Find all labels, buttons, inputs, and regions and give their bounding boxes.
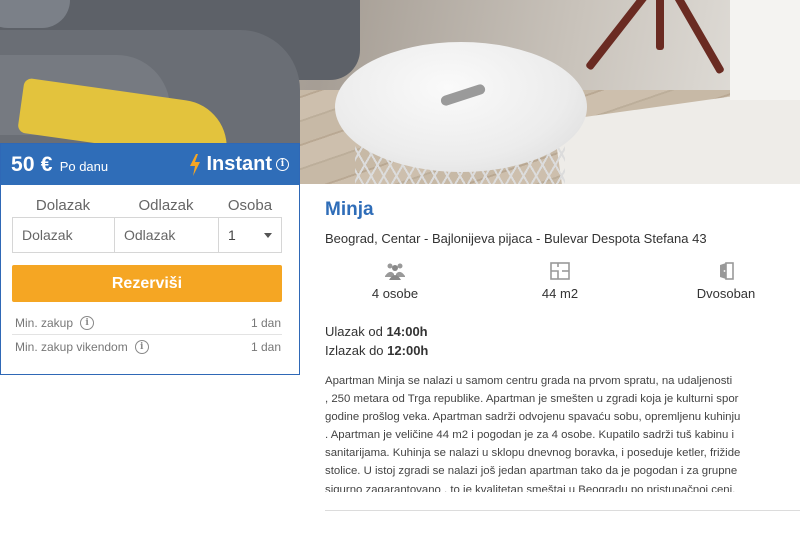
price: 50 € <box>11 152 53 176</box>
feature-guests: 4 osobe <box>335 262 455 301</box>
checkout-time: 12:00h <box>387 343 429 358</box>
min-stay-weekend-label: Min. zakup vikendom <box>15 340 128 354</box>
feature-area: 44 m2 <box>500 262 620 301</box>
listing-description: Apartman Minja se nalazi u samom centru … <box>325 372 800 492</box>
min-stay-value: 1 dan <box>250 316 281 330</box>
booking-panel: 50 € Po danu Instant i Dolazak Odlazak O… <box>0 143 300 375</box>
info-icon[interactable]: i <box>80 316 95 330</box>
photo-chair-leg <box>584 0 660 71</box>
min-stay-label: Min. zakup <box>15 316 74 330</box>
divider <box>325 510 800 511</box>
lightning-icon <box>190 153 201 176</box>
arrival-date-input[interactable] <box>13 218 115 252</box>
feature-guests-label: 4 osobe <box>371 286 419 301</box>
description-line: stolice. U istoj zgradi se nalazi još je… <box>325 465 738 478</box>
price-period: Po danu <box>59 159 109 174</box>
feature-area-label: 44 m2 <box>541 286 579 301</box>
feature-rooms-label: Dvosoban <box>696 286 756 301</box>
checkin-time: 14:00h <box>386 324 428 339</box>
listing-address: Beograd, Centar - Bajlonijeva pijaca - B… <box>325 231 707 246</box>
info-icon[interactable]: i <box>134 340 149 354</box>
door-icon <box>720 262 734 280</box>
guests-label: Osoba <box>227 197 273 214</box>
booking-field-labels: Dolazak Odlazak Osoba <box>12 197 282 214</box>
arrival-label: Dolazak <box>35 197 91 214</box>
min-stay-row: Min. zakup i 1 dan <box>15 316 281 330</box>
listing-title: Minja <box>325 199 374 220</box>
instant-label: Instant <box>206 153 272 175</box>
description-line: , 250 metara od Trga republike. Apartman… <box>325 393 739 406</box>
instant-booking[interactable]: Instant i <box>189 153 289 176</box>
checkin-label: Ulazak od <box>325 324 383 339</box>
chevron-down-icon <box>264 232 272 238</box>
min-stay-weekend-row: Min. zakup vikendom i 1 dan <box>15 340 281 354</box>
description-line: sigurno zagarantovano , to je kvalitetan… <box>325 483 736 492</box>
checkout-label: Izlazak do <box>325 343 384 358</box>
checkout-row: Izlazak do 12:00h <box>325 341 428 360</box>
photo-chair-leg <box>656 0 664 50</box>
feature-rooms: Dvosoban <box>666 262 786 301</box>
departure-date-input[interactable] <box>115 218 219 252</box>
floor-plan-icon <box>550 262 570 280</box>
booking-header: 50 € Po danu Instant i <box>1 144 299 185</box>
photo-table-top <box>335 42 587 172</box>
photo-chair-leg <box>663 0 725 75</box>
checkin-row: Ulazak od 14:00h <box>325 322 428 341</box>
description-line: . Apartman je veličine 44 m2 i pogodan j… <box>325 429 735 442</box>
min-stay-weekend-value: 1 dan <box>250 340 281 354</box>
people-icon <box>385 263 405 280</box>
description-line: sanitarijama. Kuhinja se nalazi u sklopu… <box>325 447 741 460</box>
booking-inputs: 1 <box>12 217 282 253</box>
departure-label: Odlazak <box>138 197 194 214</box>
description-line: Apartman Minja se nalazi u samom centru … <box>325 375 733 387</box>
description-line: godine prošlog veka. Apartman sadrži odv… <box>325 411 741 424</box>
guests-value: 1 <box>228 227 236 243</box>
divider <box>12 334 282 335</box>
reserve-button[interactable]: Rezerviši <box>12 265 282 302</box>
guests-select[interactable]: 1 <box>219 218 281 252</box>
check-times: Ulazak od 14:00h Izlazak do 12:00h <box>325 322 428 360</box>
info-icon[interactable]: i <box>276 158 289 171</box>
photo-wall <box>730 0 800 100</box>
